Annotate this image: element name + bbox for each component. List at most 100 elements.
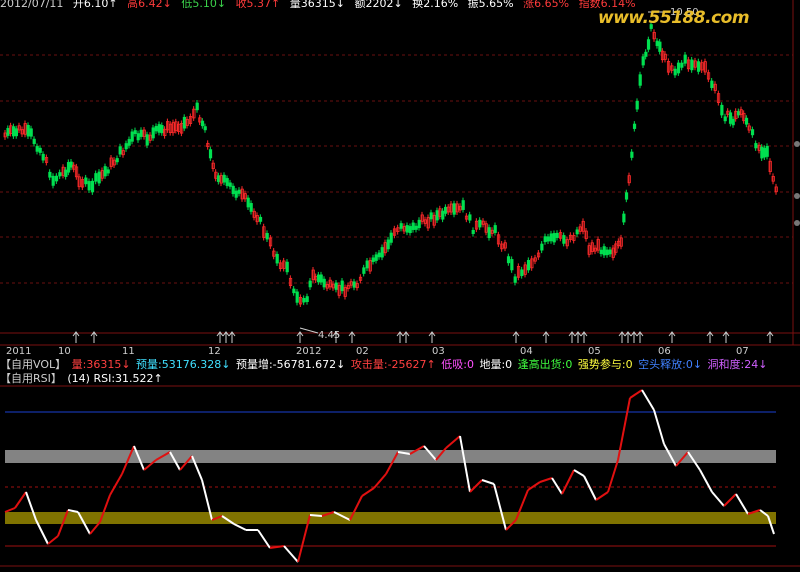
date-label: 2011 [6, 346, 32, 357]
rsi-line-segment [595, 491, 609, 501]
candle-body [762, 147, 767, 158]
event-marker-icon [542, 331, 550, 343]
quote-volume: 量36315↓ [289, 0, 345, 8]
candle-body [365, 260, 369, 269]
candle-body [35, 146, 39, 152]
candle-body [127, 139, 131, 146]
candle-body [84, 177, 88, 185]
candle-body [646, 39, 651, 50]
candle-body [720, 104, 724, 116]
candle-body [308, 280, 312, 288]
candle-body [731, 118, 735, 126]
candle-body [151, 127, 155, 139]
vol-legend-title[interactable]: 【自用VOL】 [0, 358, 66, 371]
event-marker-icon [228, 331, 236, 343]
candle-body [493, 225, 497, 233]
candle-body [352, 281, 356, 288]
vol-legend-volume: 量:36315↓ [71, 358, 131, 371]
rsi-oversold-band [5, 512, 776, 524]
date-label: 06 [658, 346, 671, 357]
candle-body [29, 128, 33, 137]
rsi-line-segment [653, 409, 665, 445]
event-marker-icon [512, 331, 520, 343]
candle-body [157, 124, 161, 133]
quote-header: 2012/07/11 开6.10↑ 高6.42↓ 低5.10↓ 收5.37↑ 量… [0, 0, 800, 8]
candle-body [362, 267, 366, 274]
candle-body [6, 128, 10, 136]
candle-body [386, 239, 390, 250]
candle-body [94, 173, 98, 182]
candle-body [435, 210, 439, 221]
candle-body [624, 192, 629, 200]
candle-body [133, 130, 137, 134]
candle-body [103, 166, 107, 177]
candle-body [417, 219, 421, 229]
candle-body [760, 146, 764, 159]
candle-body [408, 226, 412, 234]
right-scale-marker [794, 220, 800, 226]
candle-body [340, 280, 344, 292]
vol-legend-buy-low: 低吸:0 [441, 358, 474, 371]
candle-body [38, 147, 42, 153]
candle-body [249, 203, 253, 212]
candle-body [655, 40, 659, 47]
candle-body [285, 261, 289, 273]
candle-body [225, 178, 229, 186]
date-label: 11 [122, 346, 135, 357]
candle-body [765, 145, 769, 157]
candle-body [441, 210, 445, 220]
rsi-line-segment [469, 479, 483, 493]
rsi-line-segment [735, 493, 749, 515]
candle-body [728, 112, 733, 124]
rsi-line-segment [109, 473, 123, 496]
quote-open: 开6.10↑ [72, 0, 118, 8]
rsi-line-segment [539, 477, 553, 483]
rsi-line-segment [445, 435, 461, 449]
candle-body [130, 131, 134, 142]
rsi-legend: 【自用RSI】 (14) RSI:31.522↑ [0, 372, 800, 386]
candle-body [513, 276, 517, 283]
rsi-line-segment [629, 389, 643, 399]
rsi-line-segment [361, 487, 375, 497]
candle-body [139, 129, 143, 137]
vol-legend: 【自用VOL】 量:36315↓ 预量:53176.328↓ 预量增:-5678… [0, 358, 800, 372]
rsi-line-segment [711, 491, 725, 507]
rsi-legend-value: (14) RSI:31.522↑ [67, 372, 163, 385]
vol-legend-sell-high: 逢高出货:0 [517, 358, 573, 371]
candle-body [540, 243, 544, 251]
date-label: 12 [208, 346, 221, 357]
candle-body [632, 123, 637, 129]
candle-body [710, 80, 714, 88]
candle-body [32, 138, 36, 144]
event-marker-icon [222, 331, 230, 343]
quote-index: 指数6.14% [578, 0, 636, 8]
event-marker-icon [428, 331, 436, 343]
candle-body [292, 288, 296, 294]
rsi-line-segment [583, 475, 597, 501]
candle-body [468, 214, 472, 221]
event-marker-icon [396, 331, 404, 343]
date-label: 04 [520, 346, 533, 357]
vol-legend-attack: 攻击量:-25627↑ [350, 358, 436, 371]
candle-body [90, 180, 95, 193]
candle-body [510, 259, 514, 271]
quote-amount: 额2202↓ [354, 0, 403, 8]
candle-body [399, 223, 403, 229]
candle-body [526, 260, 531, 271]
chart-canvas: 10.504.45 [0, 0, 800, 567]
event-marker-icon [668, 331, 676, 343]
candle-body [305, 296, 309, 302]
candle-body [195, 102, 199, 111]
candle-body [208, 149, 213, 159]
rsi-line-segment [641, 389, 655, 411]
quote-date: 2012/07/11 [0, 0, 64, 8]
candle-body [237, 189, 241, 194]
vol-legend-forecast-change: 预量增:-56781.672↓ [235, 358, 346, 371]
candle-body [160, 125, 164, 134]
candle-body [575, 229, 579, 235]
candle-body [605, 249, 609, 256]
candle-body [683, 54, 687, 64]
site-watermark: www.55188.com [598, 8, 750, 28]
rsi-legend-title[interactable]: 【自用RSI】 [0, 372, 62, 385]
candle-body [644, 51, 648, 57]
